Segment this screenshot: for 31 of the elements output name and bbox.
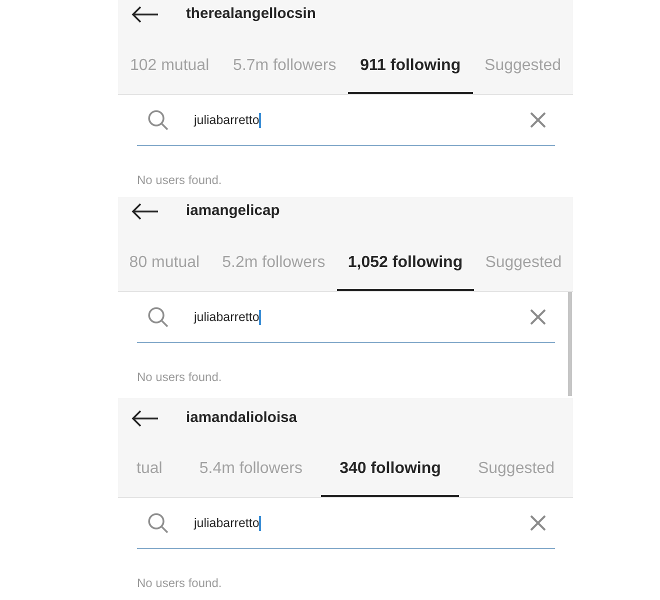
back-arrow-icon[interactable]	[131, 6, 158, 22]
tab[interactable]: 5.4m followers	[180, 451, 322, 497]
back-arrow-icon[interactable]	[131, 410, 158, 426]
search-field[interactable]: juliabarretto	[137, 95, 555, 146]
tab[interactable]: Suggested	[459, 451, 573, 497]
scrollbar[interactable]	[568, 292, 572, 396]
search-query: juliabarretto	[194, 309, 260, 325]
search-field[interactable]: juliabarretto	[137, 498, 555, 549]
tab[interactable]: tual	[118, 451, 181, 497]
tab[interactable]: Suggested	[474, 245, 573, 291]
tab[interactable]: 5.2m followers	[210, 245, 337, 291]
no-results-text: No users found.	[137, 172, 222, 188]
close-icon[interactable]	[530, 515, 546, 531]
tab[interactable]: 5.7m followers	[221, 48, 348, 94]
search-query: juliabarretto	[194, 112, 260, 128]
search-query: juliabarretto	[194, 515, 260, 531]
search-icon	[148, 110, 168, 130]
close-icon[interactable]	[530, 309, 546, 325]
tab[interactable]: 102 mutual	[118, 48, 222, 94]
back-arrow-icon[interactable]	[131, 202, 158, 220]
close-icon[interactable]	[530, 112, 546, 128]
search-field[interactable]: juliabarretto	[137, 292, 555, 343]
search-icon	[148, 513, 168, 533]
username-title: therealangellocsin	[186, 5, 316, 24]
search-icon	[148, 307, 168, 327]
no-results-text: No users found.	[137, 369, 222, 385]
username-title: iamandalioloisa	[186, 409, 298, 428]
tab[interactable]: 80 mutual	[118, 245, 211, 291]
username-title: iamangelicap	[186, 202, 280, 221]
no-results-text: No users found.	[137, 575, 222, 591]
tab[interactable]: Suggested	[472, 48, 573, 94]
